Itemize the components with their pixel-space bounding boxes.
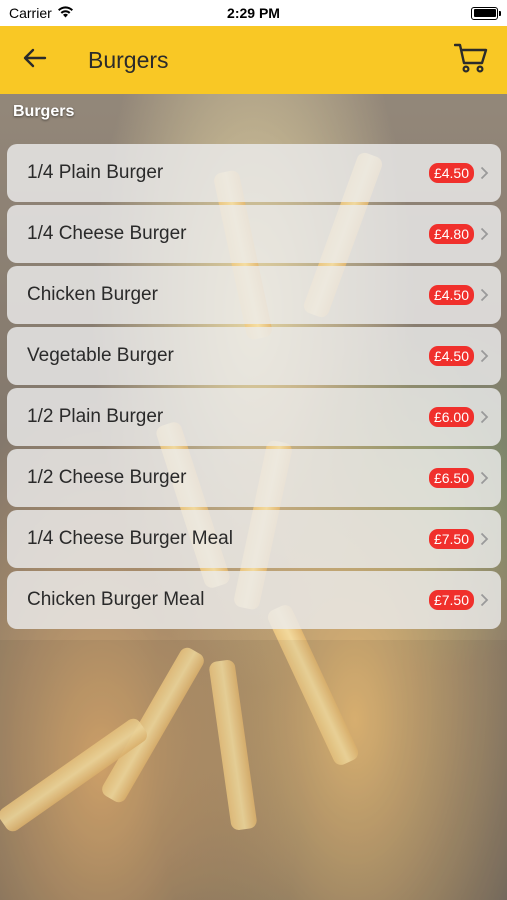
chevron-right-icon [477, 591, 491, 609]
item-name: 1/2 Plain Burger [27, 406, 164, 427]
menu-item[interactable]: 1/4 Plain Burger £4.50 [7, 144, 501, 202]
battery-icon [471, 6, 501, 20]
menu-item[interactable]: Vegetable Burger £4.50 [7, 327, 501, 385]
item-name: Chicken Burger [27, 284, 158, 305]
price-badge: £6.50 [428, 468, 474, 488]
status-time: 2:29 PM [227, 5, 280, 21]
price-badge: £4.50 [428, 346, 474, 366]
chevron-right-icon [477, 530, 491, 548]
price-badge: £7.50 [428, 529, 474, 549]
chevron-right-icon [477, 347, 491, 365]
carrier-label: Carrier [9, 5, 52, 21]
app-header: Burgers [0, 26, 507, 94]
item-name: Vegetable Burger [27, 345, 174, 366]
price-badge: £4.50 [428, 285, 474, 305]
price-badge: £4.50 [428, 163, 474, 183]
menu-item[interactable]: 1/2 Plain Burger £6.00 [7, 388, 501, 446]
page-title: Burgers [88, 46, 169, 73]
item-name: 1/4 Plain Burger [27, 162, 164, 183]
menu-item[interactable]: 1/4 Cheese Burger Meal £7.50 [7, 510, 501, 568]
cart-button[interactable] [441, 26, 501, 94]
item-name: 1/4 Cheese Burger [27, 223, 187, 244]
status-left: Carrier [9, 5, 179, 21]
chevron-right-icon [477, 225, 491, 243]
item-name: 1/4 Cheese Burger Meal [27, 528, 233, 549]
menu-item[interactable]: 1/2 Cheese Burger £6.50 [7, 449, 501, 507]
item-name: 1/2 Cheese Burger [27, 467, 187, 488]
arrow-left-icon [23, 48, 47, 73]
back-button[interactable] [0, 26, 70, 94]
status-right [328, 6, 501, 20]
item-name: Chicken Burger Meal [27, 589, 205, 610]
menu-item[interactable]: 1/4 Cheese Burger £4.80 [7, 205, 501, 263]
menu-item[interactable]: Chicken Burger Meal £7.50 [7, 571, 501, 629]
price-badge: £4.80 [428, 224, 474, 244]
chevron-right-icon [477, 286, 491, 304]
chevron-right-icon [477, 408, 491, 426]
section-label: Burgers [13, 103, 75, 120]
chevron-right-icon [477, 164, 491, 182]
menu-item[interactable]: Chicken Burger £4.50 [7, 266, 501, 324]
wifi-icon [57, 5, 74, 21]
menu-list: 1/4 Plain Burger £4.50 1/4 Cheese Burger… [7, 144, 501, 632]
chevron-right-icon [477, 469, 491, 487]
price-badge: £6.00 [428, 407, 474, 427]
shopping-cart-icon [453, 43, 488, 78]
price-badge: £7.50 [428, 590, 474, 610]
background-overlay-bottom [0, 640, 507, 900]
status-bar: Carrier 2:29 PM [0, 0, 507, 26]
